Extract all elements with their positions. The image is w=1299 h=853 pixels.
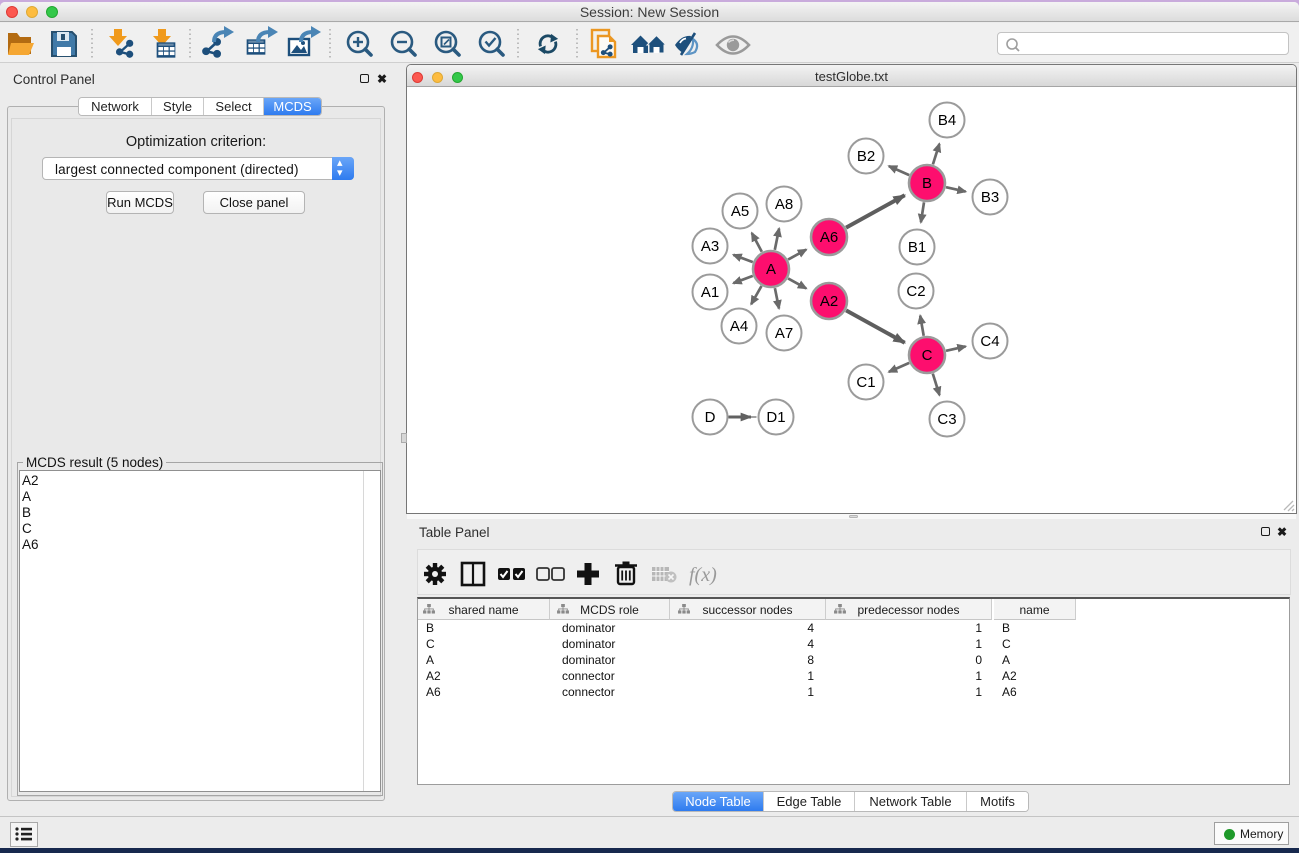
svg-text:B: B — [922, 175, 932, 192]
svg-text:C2: C2 — [906, 283, 925, 300]
svg-text:B2: B2 — [857, 148, 875, 165]
svg-text:A1: A1 — [701, 284, 719, 301]
svg-text:D1: D1 — [766, 409, 785, 426]
svg-text:A5: A5 — [731, 203, 749, 220]
svg-text:D: D — [705, 409, 716, 426]
svg-text:A8: A8 — [775, 196, 793, 213]
svg-text:f(x): f(x) — [689, 564, 717, 586]
svg-text:A: A — [766, 261, 776, 278]
svg-text:B1: B1 — [908, 239, 926, 256]
svg-text:C3: C3 — [937, 411, 956, 428]
svg-text:A6: A6 — [820, 229, 838, 246]
svg-text:C: C — [922, 347, 933, 364]
svg-text:A2: A2 — [820, 293, 838, 310]
svg-text:A7: A7 — [775, 325, 793, 342]
svg-text:B4: B4 — [938, 112, 956, 129]
svg-text:C4: C4 — [980, 333, 999, 350]
svg-text:A3: A3 — [701, 238, 719, 255]
svg-text:B3: B3 — [981, 189, 999, 206]
svg-text:A4: A4 — [730, 318, 748, 335]
svg-text:C1: C1 — [856, 374, 875, 391]
